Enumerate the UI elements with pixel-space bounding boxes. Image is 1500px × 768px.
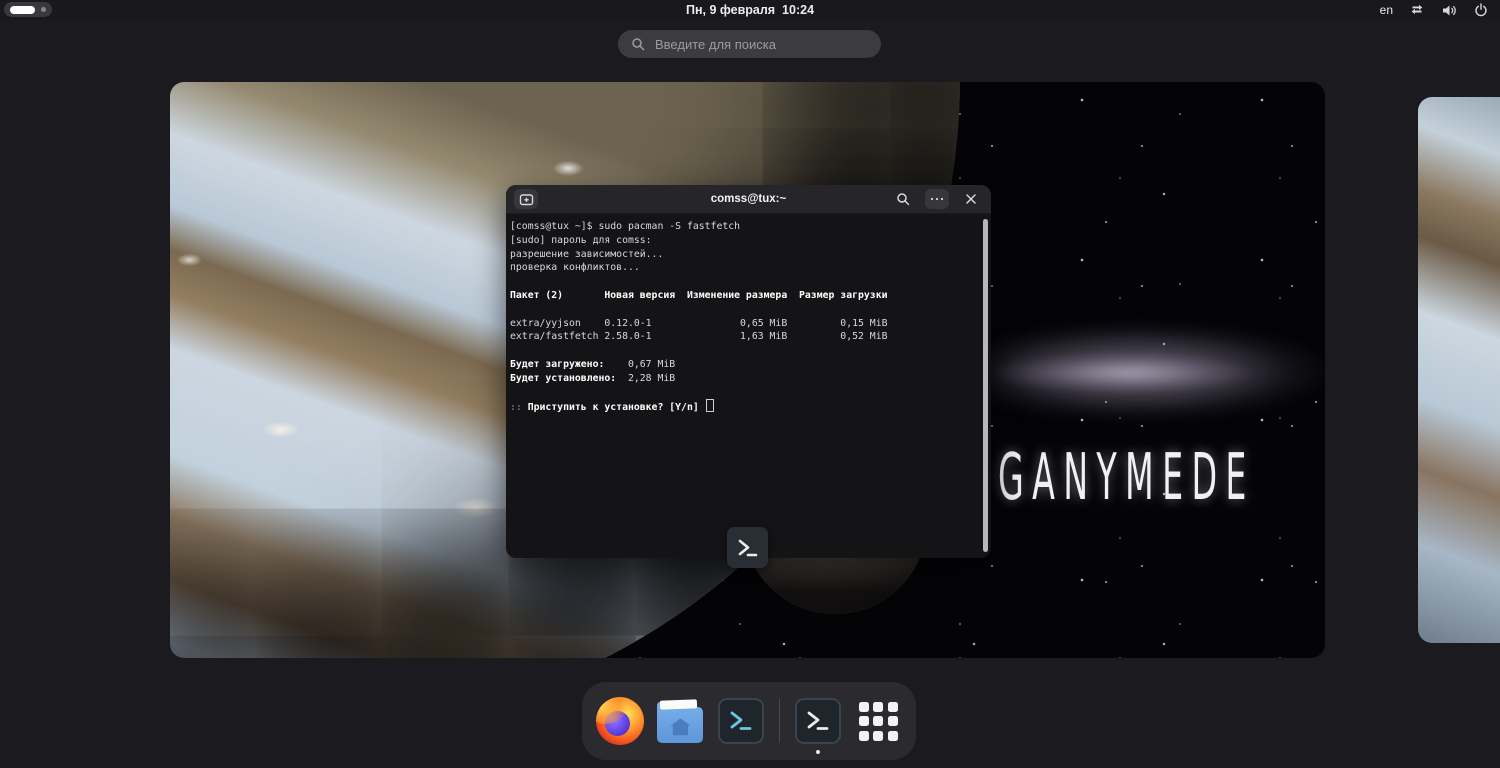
- terminal-search-button[interactable]: [891, 189, 915, 209]
- app-grid-icon: [858, 701, 898, 741]
- terminal-app-badge[interactable]: [727, 527, 768, 568]
- workspace-inactive-dot: [41, 7, 46, 12]
- top-bar: Пн, 9 февраля 10:24 en: [0, 0, 1500, 20]
- keyboard-layout-indicator[interactable]: en: [1380, 3, 1393, 17]
- search-icon: [632, 38, 645, 51]
- network-arrows-icon: [1411, 4, 1423, 14]
- search-icon: [897, 193, 910, 206]
- terminal-window[interactable]: comss@tux:~ [comss@tux ~]$ sudo pacman -…: [506, 185, 991, 558]
- new-tab-button[interactable]: [514, 189, 538, 209]
- search-field[interactable]: [618, 30, 881, 58]
- terminal-header[interactable]: comss@tux:~: [506, 185, 991, 214]
- terminal-table-header: Пакет (2) Новая версия Изменение размера…: [510, 289, 888, 301]
- dock-item-console-running[interactable]: [793, 696, 843, 754]
- terminal-line: [comss@tux ~]$ sudo pacman -S fastfetch: [510, 221, 741, 232]
- terminal-body[interactable]: [comss@tux ~]$ sudo pacman -S fastfetch …: [506, 214, 991, 413]
- clock[interactable]: Пн, 9 февраля 10:24: [686, 0, 814, 20]
- terminal-close-button[interactable]: [959, 189, 983, 209]
- terminal-total-download: Будет загружено: 0,67 MiB: [510, 358, 676, 370]
- home-glyph-icon: [670, 718, 691, 736]
- terminal-line: проверка конфликтов...: [510, 262, 640, 274]
- system-tray[interactable]: en: [1380, 0, 1488, 20]
- terminal-prompt-line: :: Приступить к установке? [Y/n]: [510, 399, 981, 413]
- terminal-prompt-glyph: [730, 711, 752, 730]
- terminal-table-row: extra/yyjson 0.12.0-1 0,65 MiB 0,15 MiB: [510, 317, 888, 329]
- dock-item-show-apps[interactable]: [853, 696, 903, 746]
- dock-item-firefox[interactable]: [595, 696, 645, 746]
- firefox-icon: [595, 697, 644, 745]
- workspace-active-pill: [10, 5, 35, 14]
- dash: [582, 682, 916, 760]
- wallpaper-title: GANYMEDE: [998, 441, 1255, 515]
- volume-icon: [1443, 5, 1456, 15]
- ellipsis-icon: [930, 197, 944, 201]
- terminal-table-row: extra/fastfetch 2.58.0-1 1,63 MiB 0,52 M…: [510, 331, 888, 343]
- terminal-icon: [738, 539, 757, 556]
- dock-item-terminal[interactable]: [716, 696, 766, 746]
- terminal-line: [sudo] пароль для comss:: [510, 234, 652, 246]
- running-indicator-dot: [815, 750, 820, 754]
- terminal-prompt-glyph: [807, 711, 829, 730]
- terminal-scrollbar[interactable]: [983, 219, 988, 552]
- terminal-total-install: Будет установлено: 2,28 MiB: [510, 372, 676, 384]
- dock-item-files[interactable]: [656, 696, 706, 746]
- power-icon: [1475, 3, 1487, 17]
- workspace-preview[interactable]: GANYMEDE comss@tux:~ [comss@tux ~]$ sudo…: [170, 82, 1325, 658]
- terminal-cursor: [705, 399, 715, 413]
- files-folder-icon: [657, 699, 704, 743]
- terminal-icon: [718, 698, 765, 744]
- dock-separator: [778, 699, 780, 743]
- new-tab-icon: [519, 193, 533, 205]
- search-input[interactable]: [653, 35, 857, 53]
- close-icon: [966, 194, 976, 204]
- workspace-preview-next[interactable]: [1418, 97, 1500, 643]
- milky-way-core: [990, 350, 1290, 396]
- workspace-indicator[interactable]: [4, 2, 52, 17]
- terminal-line: разрешение зависимостей...: [510, 248, 664, 260]
- terminal-menu-button[interactable]: [925, 189, 949, 209]
- folder-paper: [660, 699, 698, 710]
- terminal-icon: [794, 698, 841, 744]
